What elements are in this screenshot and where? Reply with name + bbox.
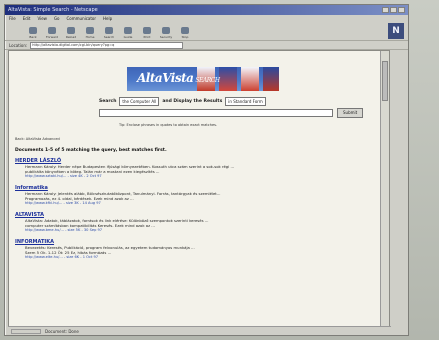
display-results-label: and Display the Results	[162, 99, 223, 104]
title-bar: AltaVista: Simple Search - Netscape	[5, 5, 408, 15]
scrollbar-thumb[interactable]	[382, 61, 388, 101]
status-text: Document: Done	[45, 328, 79, 334]
security-button[interactable]: Security	[158, 27, 174, 39]
print-icon	[143, 27, 151, 34]
minimize-button[interactable]	[382, 7, 389, 13]
reload-icon	[67, 27, 75, 34]
search-button[interactable]: Search	[101, 27, 117, 39]
print-button[interactable]: Print	[139, 27, 155, 39]
query-row: Submit	[99, 108, 364, 118]
location-bar: Location: http://altavista.digital.com/c…	[5, 41, 408, 50]
result-url[interactable]: http://www.sztaki.hu/... - size 4K - 2 O…	[25, 174, 375, 178]
page-content: AltaVista SEARCH Search the Computer All …	[8, 50, 390, 327]
back-link[interactable]: Back: AltaVista Advanced	[15, 137, 60, 141]
logo-text: AltaVista SEARCH	[137, 71, 220, 85]
menu-bar: File Edit View Go Communicator Help	[5, 15, 408, 22]
guide-button[interactable]: Guide	[120, 27, 136, 39]
search-tip: Tip: Enclose phrases in quotes to obtain…	[119, 123, 218, 127]
search-icon	[105, 27, 113, 34]
stop-button[interactable]: Stop	[177, 27, 193, 39]
list-item: INFORMATIKA Bevezetés: Keresés, Publikác…	[15, 239, 375, 259]
altavista-logo[interactable]: AltaVista SEARCH	[127, 67, 279, 91]
back-icon	[29, 27, 37, 34]
result-url[interactable]: http://www.bme.hu/... - size 5K - 30 Sep…	[25, 228, 375, 232]
forward-icon	[48, 27, 56, 34]
location-label: Location:	[9, 42, 28, 48]
window-title: AltaVista: Simple Search - Netscape	[8, 7, 98, 13]
menu-help[interactable]: Help	[103, 16, 112, 21]
search-query-input[interactable]	[99, 109, 333, 117]
menu-edit[interactable]: Edit	[23, 16, 31, 21]
result-url[interactable]: http://www.elte.hu/... - size 6K - 1 Oct…	[25, 255, 375, 259]
logo-stripe	[219, 67, 237, 91]
list-item: ALTAVISTA AltaVista: Adatok, táblázatok,…	[15, 212, 375, 232]
reload-button[interactable]: Reload	[63, 27, 79, 39]
list-item: Informatika Hermann Károly: Jelentés alá…	[15, 185, 375, 205]
menu-view[interactable]: View	[37, 16, 47, 21]
url-field[interactable]: http://altavista.digital.com/cgi-bin/que…	[30, 41, 184, 49]
search-options-row: Search the Computer All and Display the …	[99, 97, 266, 106]
guide-icon	[124, 27, 132, 34]
forward-button[interactable]: Forward	[44, 27, 60, 39]
security-icon	[162, 27, 170, 34]
menu-go[interactable]: Go	[54, 16, 60, 21]
results-list: HERDER LÁSZLÓ Hermann Károly: Herder nép…	[15, 158, 375, 266]
list-item: HERDER LÁSZLÓ Hermann Károly: Herder nép…	[15, 158, 375, 178]
vertical-scrollbar[interactable]	[380, 51, 389, 326]
menu-file[interactable]: File	[9, 16, 16, 21]
home-icon	[86, 27, 94, 34]
results-format-select[interactable]: in Standard Form	[225, 97, 266, 106]
stop-icon	[181, 27, 189, 34]
search-scope-select[interactable]: the Computer All	[119, 97, 160, 106]
logo-stripe	[241, 67, 259, 91]
menu-communicator[interactable]: Communicator	[67, 16, 97, 21]
submit-button[interactable]: Submit	[337, 108, 364, 118]
results-summary: Documents 1-5 of 5 matching the query, b…	[15, 148, 167, 153]
logo-stripe	[263, 67, 279, 91]
maximize-button[interactable]	[390, 7, 397, 13]
browser-window: AltaVista: Simple Search - Netscape File…	[4, 4, 409, 336]
search-label: Search	[99, 99, 117, 104]
back-button[interactable]: Back	[25, 27, 41, 39]
netscape-throbber-icon[interactable]: N	[388, 23, 404, 39]
close-button[interactable]	[398, 7, 405, 13]
status-segment	[11, 328, 41, 334]
home-button[interactable]: Home	[82, 27, 98, 39]
status-bar: Document: Done	[8, 326, 391, 335]
result-url[interactable]: http://www.kfki.hu/... - size 3K - 14 Au…	[25, 201, 375, 205]
navigation-toolbar: Back Forward Reload Home Search Guide Pr…	[5, 22, 408, 41]
